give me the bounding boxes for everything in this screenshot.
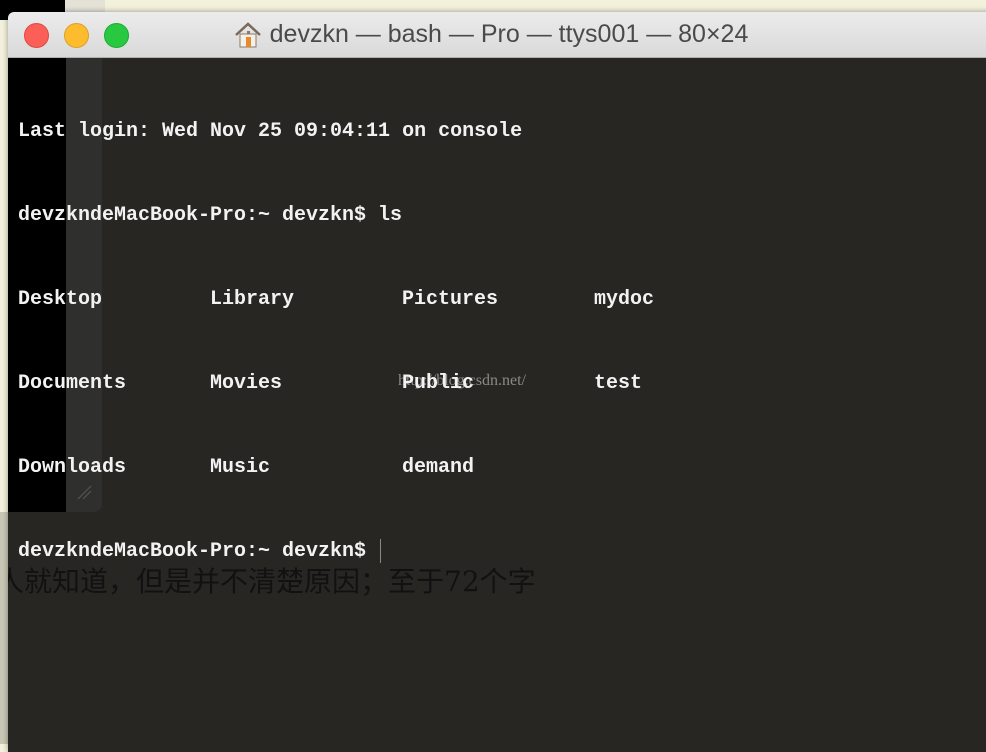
- ls-entry: Desktop: [18, 288, 103, 311]
- command-line: devzkndeMacBook-Pro:~ devzkn$ ls: [18, 204, 403, 227]
- ls-entry: Pictures: [402, 288, 499, 311]
- window-title-text: devzkn — bash — Pro — ttys001 — 80×24: [269, 20, 749, 48]
- ls-entry: test: [594, 372, 643, 395]
- terminal-output: Last login: Wed Nov 25 09:04:11 on conso…: [18, 62, 786, 622]
- home-icon: [234, 21, 261, 47]
- ls-row: Desktop Library Pictures mydoc: [18, 286, 786, 314]
- ls-entry: demand: [402, 456, 475, 479]
- ls-entry: Music: [210, 456, 271, 479]
- ls-entry: Public: [402, 372, 475, 395]
- background-page-edge: [0, 512, 8, 744]
- text-cursor: [380, 538, 382, 563]
- terminal-window: devzkn — bash — Pro — ttys001 — 80×24 人就…: [8, 12, 986, 752]
- last-login-line: Last login: Wed Nov 25 09:04:11 on conso…: [18, 120, 523, 143]
- title-bar[interactable]: devzkn — bash — Pro — ttys001 — 80×24: [8, 12, 986, 58]
- ls-entry: mydoc: [594, 288, 655, 311]
- ls-entry: Movies: [210, 372, 283, 395]
- ls-row: Documents Movies Public test: [18, 370, 786, 398]
- prompt-line[interactable]: devzkndeMacBook-Pro:~ devzkn$: [18, 538, 786, 566]
- prompt-text: devzkndeMacBook-Pro:~ devzkn$: [18, 540, 379, 563]
- terminal-content[interactable]: 人就知道，但是并不清楚原因；至于72个字 http://blog.csdn.ne…: [8, 58, 986, 752]
- ls-entry: Downloads: [18, 456, 127, 479]
- ls-row: Downloads Music demand: [18, 454, 786, 482]
- window-title: devzkn — bash — Pro — ttys001 — 80×24: [8, 12, 986, 57]
- ls-entry: Library: [210, 288, 295, 311]
- ls-entry: Documents: [18, 372, 127, 395]
